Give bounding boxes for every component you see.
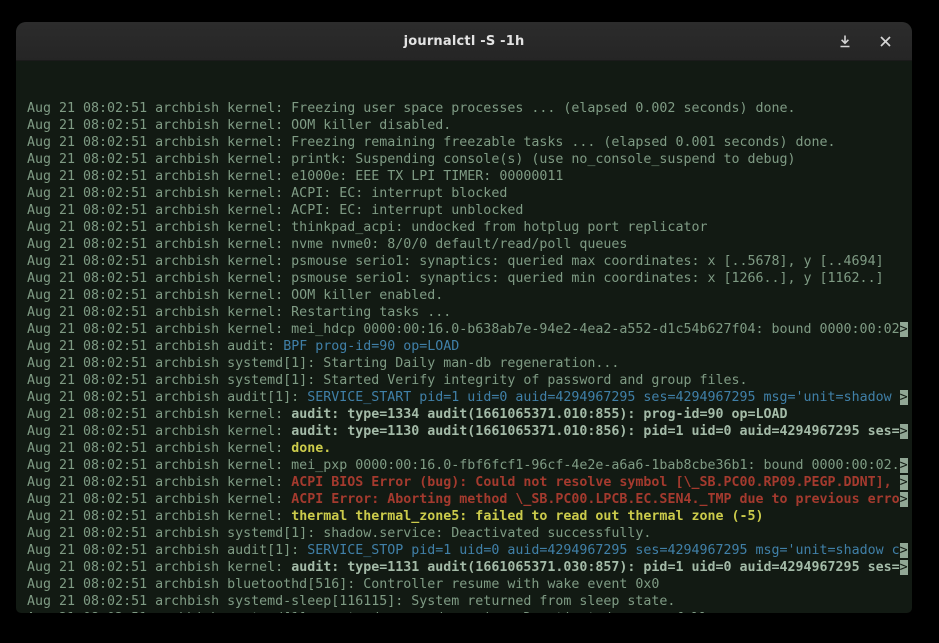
log-segment: >	[900, 424, 908, 439]
log-line: Aug 21 08:02:51 archbish systemd[1]: Sta…	[27, 355, 912, 372]
log-segment: >	[900, 560, 908, 575]
log-segment: Aug 21 08:02:51 archbish systemd-sleep[1…	[27, 594, 675, 609]
log-segment: Aug 21 08:02:51 archbish kernel:	[27, 441, 291, 456]
log-segment: >	[900, 390, 908, 405]
log-line: Aug 21 08:02:51 archbish kernel: mei_pxp…	[27, 457, 912, 474]
log-segment: Aug 21 08:02:51 archbish bluetoothd[516]…	[27, 577, 659, 592]
log-segment: Aug 21 08:02:51 archbish kernel:	[27, 424, 291, 439]
log-line: Aug 21 08:02:51 archbish systemd[1]: sys…	[27, 610, 912, 613]
log-line: Aug 21 08:02:51 archbish kernel: audit: …	[27, 559, 912, 576]
titlebar[interactable]: journalctl -S -1h	[16, 22, 912, 61]
log-segment: Aug 21 08:02:51 archbish systemd[1]: sys…	[27, 611, 723, 613]
log-segment: Aug 21 08:02:51 archbish kernel: printk:…	[27, 152, 796, 167]
log-segment: Aug 21 08:02:51 archbish kernel: ACPI: E…	[27, 186, 507, 201]
log-line: Aug 21 08:02:51 archbish kernel: audit: …	[27, 406, 912, 423]
log-segment: Aug 21 08:02:51 archbish audit[1]:	[27, 543, 307, 558]
log-segment: Aug 21 08:02:51 archbish audit[1]:	[27, 390, 307, 405]
window-title: journalctl -S -1h	[404, 34, 525, 49]
log-segment: Aug 21 08:02:51 archbish kernel: OOM kil…	[27, 118, 451, 133]
log-line: Aug 21 08:02:51 archbish kernel: done.	[27, 440, 912, 457]
log-line: Aug 21 08:02:51 archbish bluetoothd[516]…	[27, 576, 912, 593]
log-segment: Aug 21 08:02:51 archbish kernel:	[27, 560, 291, 575]
log-line: Aug 21 08:02:51 archbish kernel: thermal…	[27, 508, 912, 525]
close-button[interactable]	[872, 28, 898, 54]
log-segment: Aug 21 08:02:51 archbish kernel: e1000e:…	[27, 169, 563, 184]
log-segment: ACPI BIOS Error (bug): Could not resolve…	[291, 475, 899, 490]
log-segment: Aug 21 08:02:51 archbish systemd[1]: sha…	[27, 526, 651, 541]
titlebar-buttons	[832, 22, 898, 60]
log-segment: Aug 21 08:02:51 archbish systemd[1]: Sta…	[27, 373, 748, 388]
log-line: Aug 21 08:02:51 archbish kernel: Freezin…	[27, 134, 912, 151]
log-line: Aug 21 08:02:51 archbish kernel: audit: …	[27, 423, 912, 440]
log-line: Aug 21 08:02:51 archbish kernel: e1000e:…	[27, 168, 912, 185]
log-segment: Aug 21 08:02:51 archbish kernel: Freezin…	[27, 101, 796, 116]
log-line: Aug 21 08:02:51 archbish systemd-sleep[1…	[27, 593, 912, 610]
log-segment: Aug 21 08:02:51 archbish kernel: nvme nv…	[27, 237, 627, 252]
close-icon	[880, 36, 891, 47]
log-segment: Aug 21 08:02:51 archbish kernel: mei_pxp…	[27, 458, 900, 473]
log-segment: >	[900, 458, 908, 473]
log-segment: Aug 21 08:02:51 archbish systemd[1]: Sta…	[27, 356, 619, 371]
log-line: Aug 21 08:02:51 archbish kernel: printk:…	[27, 151, 912, 168]
log-line: Aug 21 08:02:51 archbish audit[1]: SERVI…	[27, 389, 912, 406]
log-segment: >	[900, 475, 908, 490]
log-line: Aug 21 08:02:51 archbish systemd[1]: sha…	[27, 525, 912, 542]
download-icon	[839, 35, 851, 48]
log-line: Aug 21 08:02:51 archbish kernel: thinkpa…	[27, 219, 912, 236]
log-line: Aug 21 08:02:51 archbish kernel: ACPI BI…	[27, 474, 912, 491]
log-line: Aug 21 08:02:51 archbish kernel: OOM kil…	[27, 117, 912, 134]
log-line: Aug 21 08:02:51 archbish audit: BPF prog…	[27, 338, 912, 355]
log-segment: Aug 21 08:02:51 archbish kernel: thinkpa…	[27, 220, 707, 235]
log-line: Aug 21 08:02:51 archbish kernel: psmouse…	[27, 270, 912, 287]
log-segment: Aug 21 08:02:51 archbish kernel: ACPI: E…	[27, 203, 523, 218]
log-segment: ACPI Error: Aborting method \_SB.PC00.LP…	[291, 492, 899, 507]
log-segment: done.	[291, 441, 331, 456]
log-line: Aug 21 08:02:51 archbish systemd[1]: Sta…	[27, 372, 912, 389]
log-segment: BPF prog-id=90 op=LOAD	[283, 339, 459, 354]
log-segment: audit: type=1334 audit(1661065371.010:85…	[291, 407, 787, 422]
log-line: Aug 21 08:02:51 archbish kernel: nvme nv…	[27, 236, 912, 253]
log-segment: audit: type=1130 audit(1661065371.010:85…	[291, 424, 899, 439]
log-segment: thermal thermal_zone5: failed to read ou…	[291, 509, 763, 524]
terminal-window: journalctl -S -1h	[16, 22, 912, 613]
download-button[interactable]	[832, 28, 858, 54]
log-line: Aug 21 08:02:51 archbish kernel: OOM kil…	[27, 287, 912, 304]
log-segment: Aug 21 08:02:51 archbish kernel: Restart…	[27, 305, 451, 320]
log-segment: Aug 21 08:02:51 archbish kernel:	[27, 509, 291, 524]
log-line: Aug 21 08:02:51 archbish audit[1]: SERVI…	[27, 542, 912, 559]
log-segment: Aug 21 08:02:51 archbish kernel:	[27, 492, 291, 507]
log-segment: Aug 21 08:02:51 archbish kernel: psmouse…	[27, 271, 884, 286]
log-segment: Aug 21 08:02:51 archbish kernel: psmouse…	[27, 254, 884, 269]
log-segment: Aug 21 08:02:51 archbish kernel: OOM kil…	[27, 288, 443, 303]
log-line: Aug 21 08:02:51 archbish kernel: Freezin…	[27, 100, 912, 117]
log-segment: Aug 21 08:02:51 archbish kernel: mei_hdc…	[27, 322, 900, 337]
log-line: Aug 21 08:02:51 archbish kernel: ACPI Er…	[27, 491, 912, 508]
log-segment: Aug 21 08:02:51 archbish kernel: Freezin…	[27, 135, 836, 150]
log-segment: Aug 21 08:02:51 archbish kernel:	[27, 407, 291, 422]
log-segment: Aug 21 08:02:51 archbish audit:	[27, 339, 283, 354]
log-segment: SERVICE_START pid=1 uid=0 auid=429496729…	[307, 390, 899, 405]
log-line: Aug 21 08:02:51 archbish kernel: psmouse…	[27, 253, 912, 270]
log-line: Aug 21 08:02:51 archbish kernel: mei_hdc…	[27, 321, 912, 338]
log-segment: Aug 21 08:02:51 archbish kernel:	[27, 475, 291, 490]
log-segment: >	[900, 543, 908, 558]
log-line: Aug 21 08:02:51 archbish kernel: ACPI: E…	[27, 202, 912, 219]
terminal-output[interactable]: Aug 21 08:02:51 archbish kernel: Freezin…	[16, 61, 912, 613]
log-segment: >	[900, 492, 908, 507]
log-segment: SERVICE_STOP pid=1 uid=0 auid=4294967295…	[307, 543, 899, 558]
log-line: Aug 21 08:02:51 archbish kernel: ACPI: E…	[27, 185, 912, 202]
log-segment: audit: type=1131 audit(1661065371.030:85…	[291, 560, 899, 575]
log-lines: Aug 21 08:02:51 archbish kernel: Freezin…	[27, 100, 912, 613]
log-line: Aug 21 08:02:51 archbish kernel: Restart…	[27, 304, 912, 321]
log-segment: >	[900, 322, 908, 337]
